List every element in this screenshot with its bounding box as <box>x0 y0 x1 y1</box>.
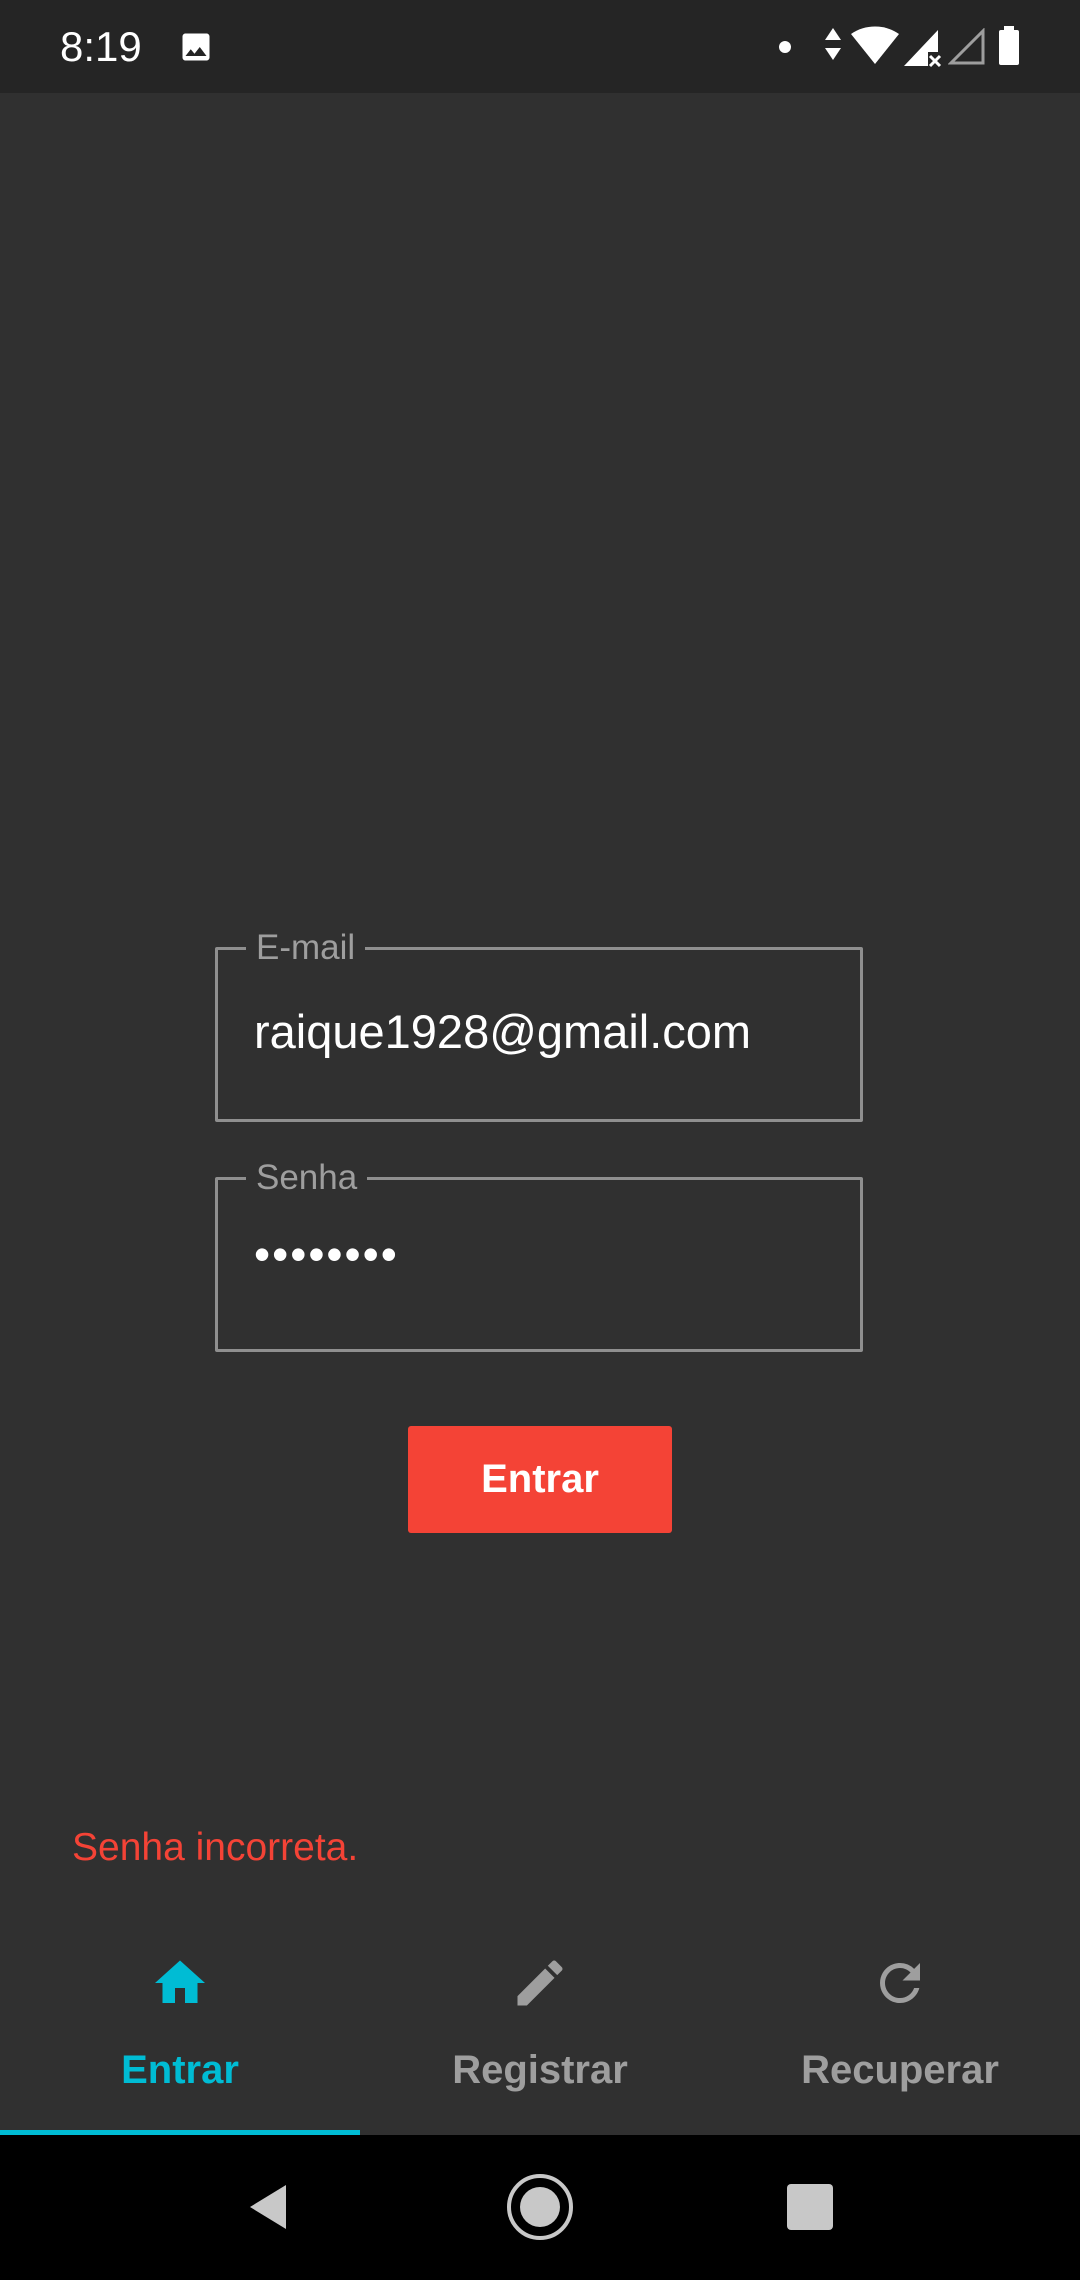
refresh-icon <box>880 1963 920 2003</box>
tab-label: Recuperar <box>801 2048 999 2092</box>
signal-empty-icon <box>948 28 985 65</box>
tab-entrar[interactable]: Entrar <box>0 1915 360 2135</box>
bottom-tab-bar: Entrar Registrar Recuperar <box>0 1915 1080 2135</box>
pencil-icon <box>517 1960 563 2006</box>
status-time: 8:19 <box>60 23 142 70</box>
gallery-icon <box>182 33 210 61</box>
home-icon <box>155 1960 205 2003</box>
home-circle-icon <box>507 2174 573 2240</box>
login-button[interactable]: Entrar <box>408 1426 672 1533</box>
signal-x-icon <box>904 30 942 68</box>
email-field[interactable]: E-mail raique1928@gmail.com <box>215 926 863 1122</box>
dot-icon <box>779 41 791 53</box>
recents-button[interactable] <box>750 2135 870 2280</box>
tab-recuperar[interactable]: Recuperar <box>720 1915 1080 2135</box>
tab-label: Entrar <box>121 2048 239 2092</box>
password-value[interactable]: •••••••• <box>254 1224 399 1284</box>
home-button[interactable] <box>480 2135 600 2280</box>
data-arrows-icon <box>825 28 841 60</box>
email-label: E-mail <box>246 926 366 970</box>
status-bar: 8:19 <box>0 0 1080 93</box>
recents-icon <box>787 2184 833 2230</box>
system-nav-bar <box>0 2135 1080 2280</box>
back-button[interactable] <box>208 2135 328 2280</box>
battery-icon <box>999 26 1019 65</box>
login-screen: 8:19 E-mail raique1928@gmail.com Senha •… <box>0 0 1080 2280</box>
error-message: Senha incorreta. <box>72 1826 359 1869</box>
wifi-icon <box>851 26 899 64</box>
back-icon <box>250 2185 286 2229</box>
password-label: Senha <box>246 1156 368 1200</box>
email-value[interactable]: raique1928@gmail.com <box>254 1002 751 1062</box>
tab-registrar[interactable]: Registrar <box>360 1915 720 2135</box>
password-field[interactable]: Senha •••••••• <box>215 1156 863 1352</box>
tab-label: Registrar <box>452 2048 628 2092</box>
